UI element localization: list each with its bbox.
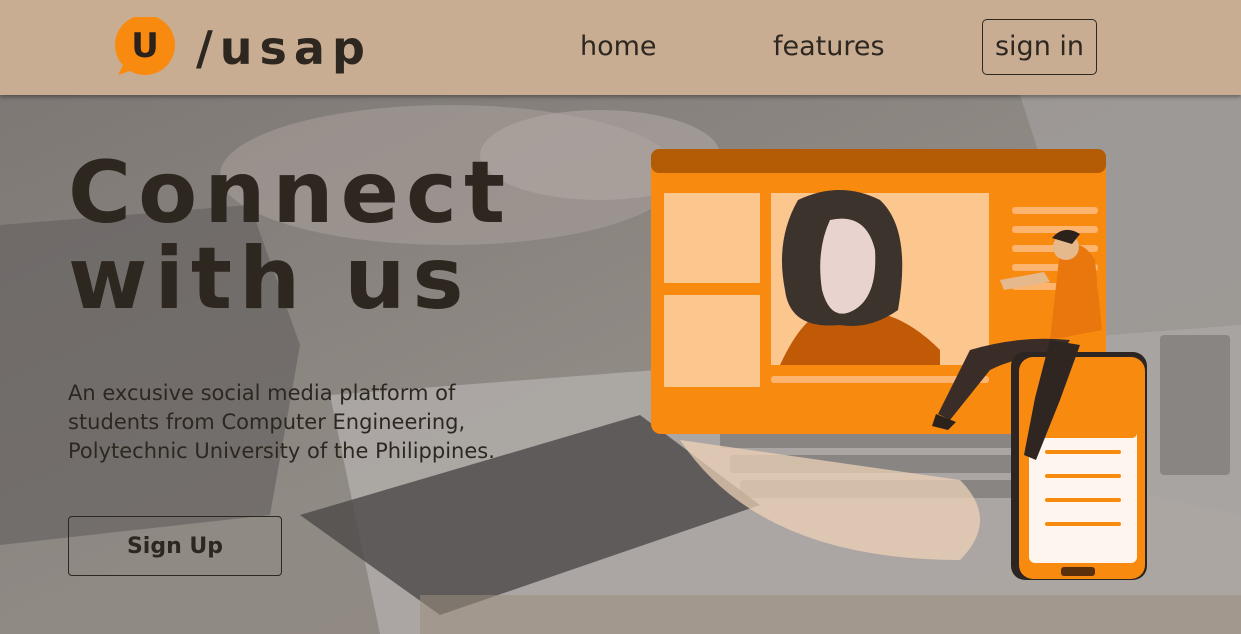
headline-line-1: Connect	[68, 143, 513, 243]
brand-name[interactable]: /usap	[196, 20, 372, 76]
nav-home-link[interactable]: home	[580, 29, 657, 65]
hero-section: Connect with us An excusive social media…	[0, 95, 1241, 634]
tagline-line-2: students from Computer Engineering,	[68, 410, 466, 434]
hero-headline: Connect with us	[68, 150, 512, 322]
video-call-illustration	[651, 149, 1147, 580]
hero-tagline: An excusive social media platform of stu…	[68, 379, 588, 466]
headline-line-2: with us	[68, 229, 471, 329]
sign-in-button[interactable]: sign in	[982, 19, 1097, 75]
speech-bubble-logo-icon[interactable]: U	[112, 17, 178, 77]
sign-up-button[interactable]: Sign Up	[68, 516, 282, 576]
logo-letter: U	[131, 26, 159, 66]
tagline-line-1: An excusive social media platform of	[68, 381, 456, 405]
top-navbar: U /usap home features sign in	[0, 0, 1241, 95]
nav-features-link[interactable]: features	[773, 29, 885, 65]
tagline-line-3: Polytechnic University of the Philippine…	[68, 439, 495, 463]
